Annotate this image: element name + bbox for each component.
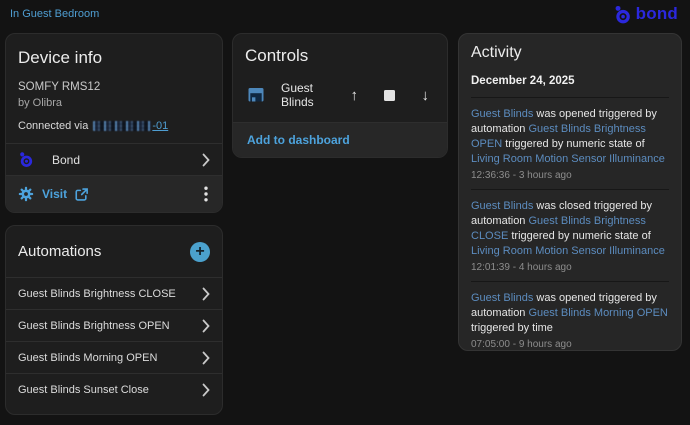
automation-row[interactable]: Guest Blinds Brightness CLOSE [6,277,222,309]
device-manufacturer: by Olibra [18,97,210,109]
bond-logo-icon [613,5,632,24]
automation-row[interactable]: Guest Blinds Brightness OPEN [6,309,222,341]
connected-via-link[interactable]: -01 [152,120,168,132]
device-info-top: Device info SOMFY RMS12 by Olibra Connec… [6,34,222,143]
activity-entry-text: Guest Blinds was opened triggered by aut… [471,291,669,336]
automation-label: Guest Blinds Brightness OPEN [18,320,170,332]
activity-entry: Guest Blinds was opened triggered by aut… [471,281,669,358]
chevron-right-icon [202,287,210,301]
activity-entry: Guest Blinds was closed triggered by aut… [471,189,669,281]
activity-entity-link[interactable]: Guest Blinds [471,108,533,120]
activity-entity-link[interactable]: Guest Blinds Morning OPEN [528,307,667,319]
kebab-menu-icon[interactable] [202,184,210,204]
close-blinds-button[interactable]: ↓ [414,81,438,109]
automation-label: Guest Blinds Sunset Close [18,384,149,396]
bond-bridge-row[interactable]: Bond [6,143,222,175]
brand-name: bond [636,4,678,24]
activity-entity-link[interactable]: Living Room Motion Sensor Illuminance [471,245,665,257]
activity-entry-phrase: triggered by numeric state of [508,230,650,242]
activity-timestamp: 07:05:00 - 9 hours ago [471,339,669,350]
stop-blinds-button[interactable] [378,81,402,109]
control-device-label: Guest Blinds [281,81,343,109]
automation-label: Guest Blinds Brightness CLOSE [18,288,176,300]
automations-header: Automations + [6,226,222,277]
bond-logo-icon [18,151,34,168]
chevron-right-icon [202,383,210,397]
activity-timestamp: 12:01:39 - 4 hours ago [471,262,669,273]
activity-entry-phrase: triggered by numeric state of [502,138,644,150]
automation-row[interactable]: Guest Blinds Sunset Close [6,373,222,405]
automation-label: Guest Blinds Morning OPEN [18,352,157,364]
activity-entry-phrase: triggered by time [471,322,553,334]
activity-entity-link[interactable]: Guest Blinds [471,200,533,212]
activity-timestamp: 12:36:36 - 3 hours ago [471,170,669,181]
arrow-down-icon: ↓ [422,87,430,104]
activity-entity-link[interactable]: Guest Blinds [471,292,533,304]
connected-via-label: Connected via [18,120,88,132]
controls-card: Controls Guest Blinds ↑ ↓ Add to dashboa… [232,33,448,158]
automations-title: Automations [18,243,101,260]
controls-title: Controls [245,46,435,66]
activity-entry-text: Guest Blinds was opened triggered by aut… [471,107,669,167]
visit-row: Visit [6,175,222,212]
connected-via-row: Connected via -01 [18,120,210,132]
automations-card: Automations + Guest Blinds Brightness CL… [5,225,223,415]
activity-date: December 24, 2025 [471,75,669,87]
bond-row-label: Bond [52,153,80,167]
device-info-title: Device info [18,48,210,68]
stop-icon [384,90,395,101]
activity-entry-text: Guest Blinds was closed triggered by aut… [471,199,669,259]
brand-logo[interactable]: bond [613,4,682,24]
gear-icon[interactable] [18,186,34,202]
automation-row[interactable]: Guest Blinds Morning OPEN [6,341,222,373]
visit-link[interactable]: Visit [42,187,67,201]
connected-via-redacted-value [93,121,151,131]
activity-title: Activity [471,34,669,62]
breadcrumb[interactable]: In Guest Bedroom [10,8,99,20]
plus-icon: + [195,244,204,260]
chevron-right-icon [202,351,210,365]
control-row: Guest Blinds ↑ ↓ [233,78,447,112]
add-automation-button[interactable]: + [190,242,210,262]
chevron-right-icon [202,153,210,167]
add-to-dashboard-link: Add to dashboard [247,133,350,147]
arrow-up-icon: ↑ [351,87,359,104]
activity-entries: Guest Blinds was opened triggered by aut… [471,97,669,358]
blinds-icon [247,86,265,104]
device-name: SOMFY RMS12 [18,81,210,93]
add-to-dashboard-row[interactable]: Add to dashboard [233,122,447,157]
activity-entity-link[interactable]: Living Room Motion Sensor Illuminance [471,153,665,165]
activity-entry: Guest Blinds was opened triggered by aut… [471,97,669,189]
external-link-icon[interactable] [74,187,89,202]
open-blinds-button[interactable]: ↑ [343,81,367,109]
top-bar: In Guest Bedroom bond [0,0,690,28]
chevron-right-icon [202,319,210,333]
activity-card: Activity December 24, 2025 Guest Blinds … [458,33,682,351]
device-info-card: Device info SOMFY RMS12 by Olibra Connec… [5,33,223,213]
